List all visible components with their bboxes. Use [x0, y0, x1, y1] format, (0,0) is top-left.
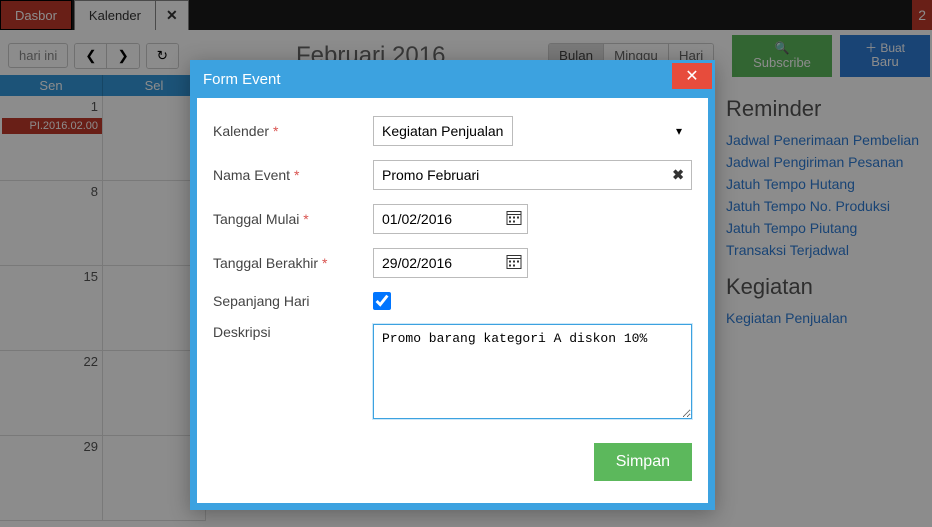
clear-icon[interactable]: ✖ — [672, 167, 684, 184]
sepanjang-hari-checkbox[interactable] — [373, 292, 391, 310]
label-deskripsi: Deskripsi — [213, 324, 373, 340]
tanggal-mulai-input[interactable] — [373, 204, 528, 234]
nama-event-input[interactable] — [373, 160, 692, 190]
label-kalender: Kalender * — [213, 123, 373, 139]
deskripsi-textarea[interactable]: Promo barang kategori A diskon 10% — [373, 324, 692, 419]
label-berakhir: Tanggal Berakhir * — [213, 255, 373, 271]
kalender-select[interactable]: Kegiatan Penjualan — [373, 116, 513, 146]
modal-title-text: Form Event — [203, 71, 281, 88]
tanggal-berakhir-input[interactable] — [373, 248, 528, 278]
label-sepanjang: Sepanjang Hari — [213, 293, 373, 309]
modal-close-button[interactable]: ✕ — [672, 63, 712, 89]
form-event-modal: Form Event ✕ Kalender * Kegiatan Penjual… — [190, 60, 715, 510]
modal-title: Form Event ✕ — [197, 67, 708, 98]
label-mulai: Tanggal Mulai * — [213, 211, 373, 227]
simpan-button[interactable]: Simpan — [594, 443, 692, 481]
label-nama: Nama Event * — [213, 167, 373, 183]
